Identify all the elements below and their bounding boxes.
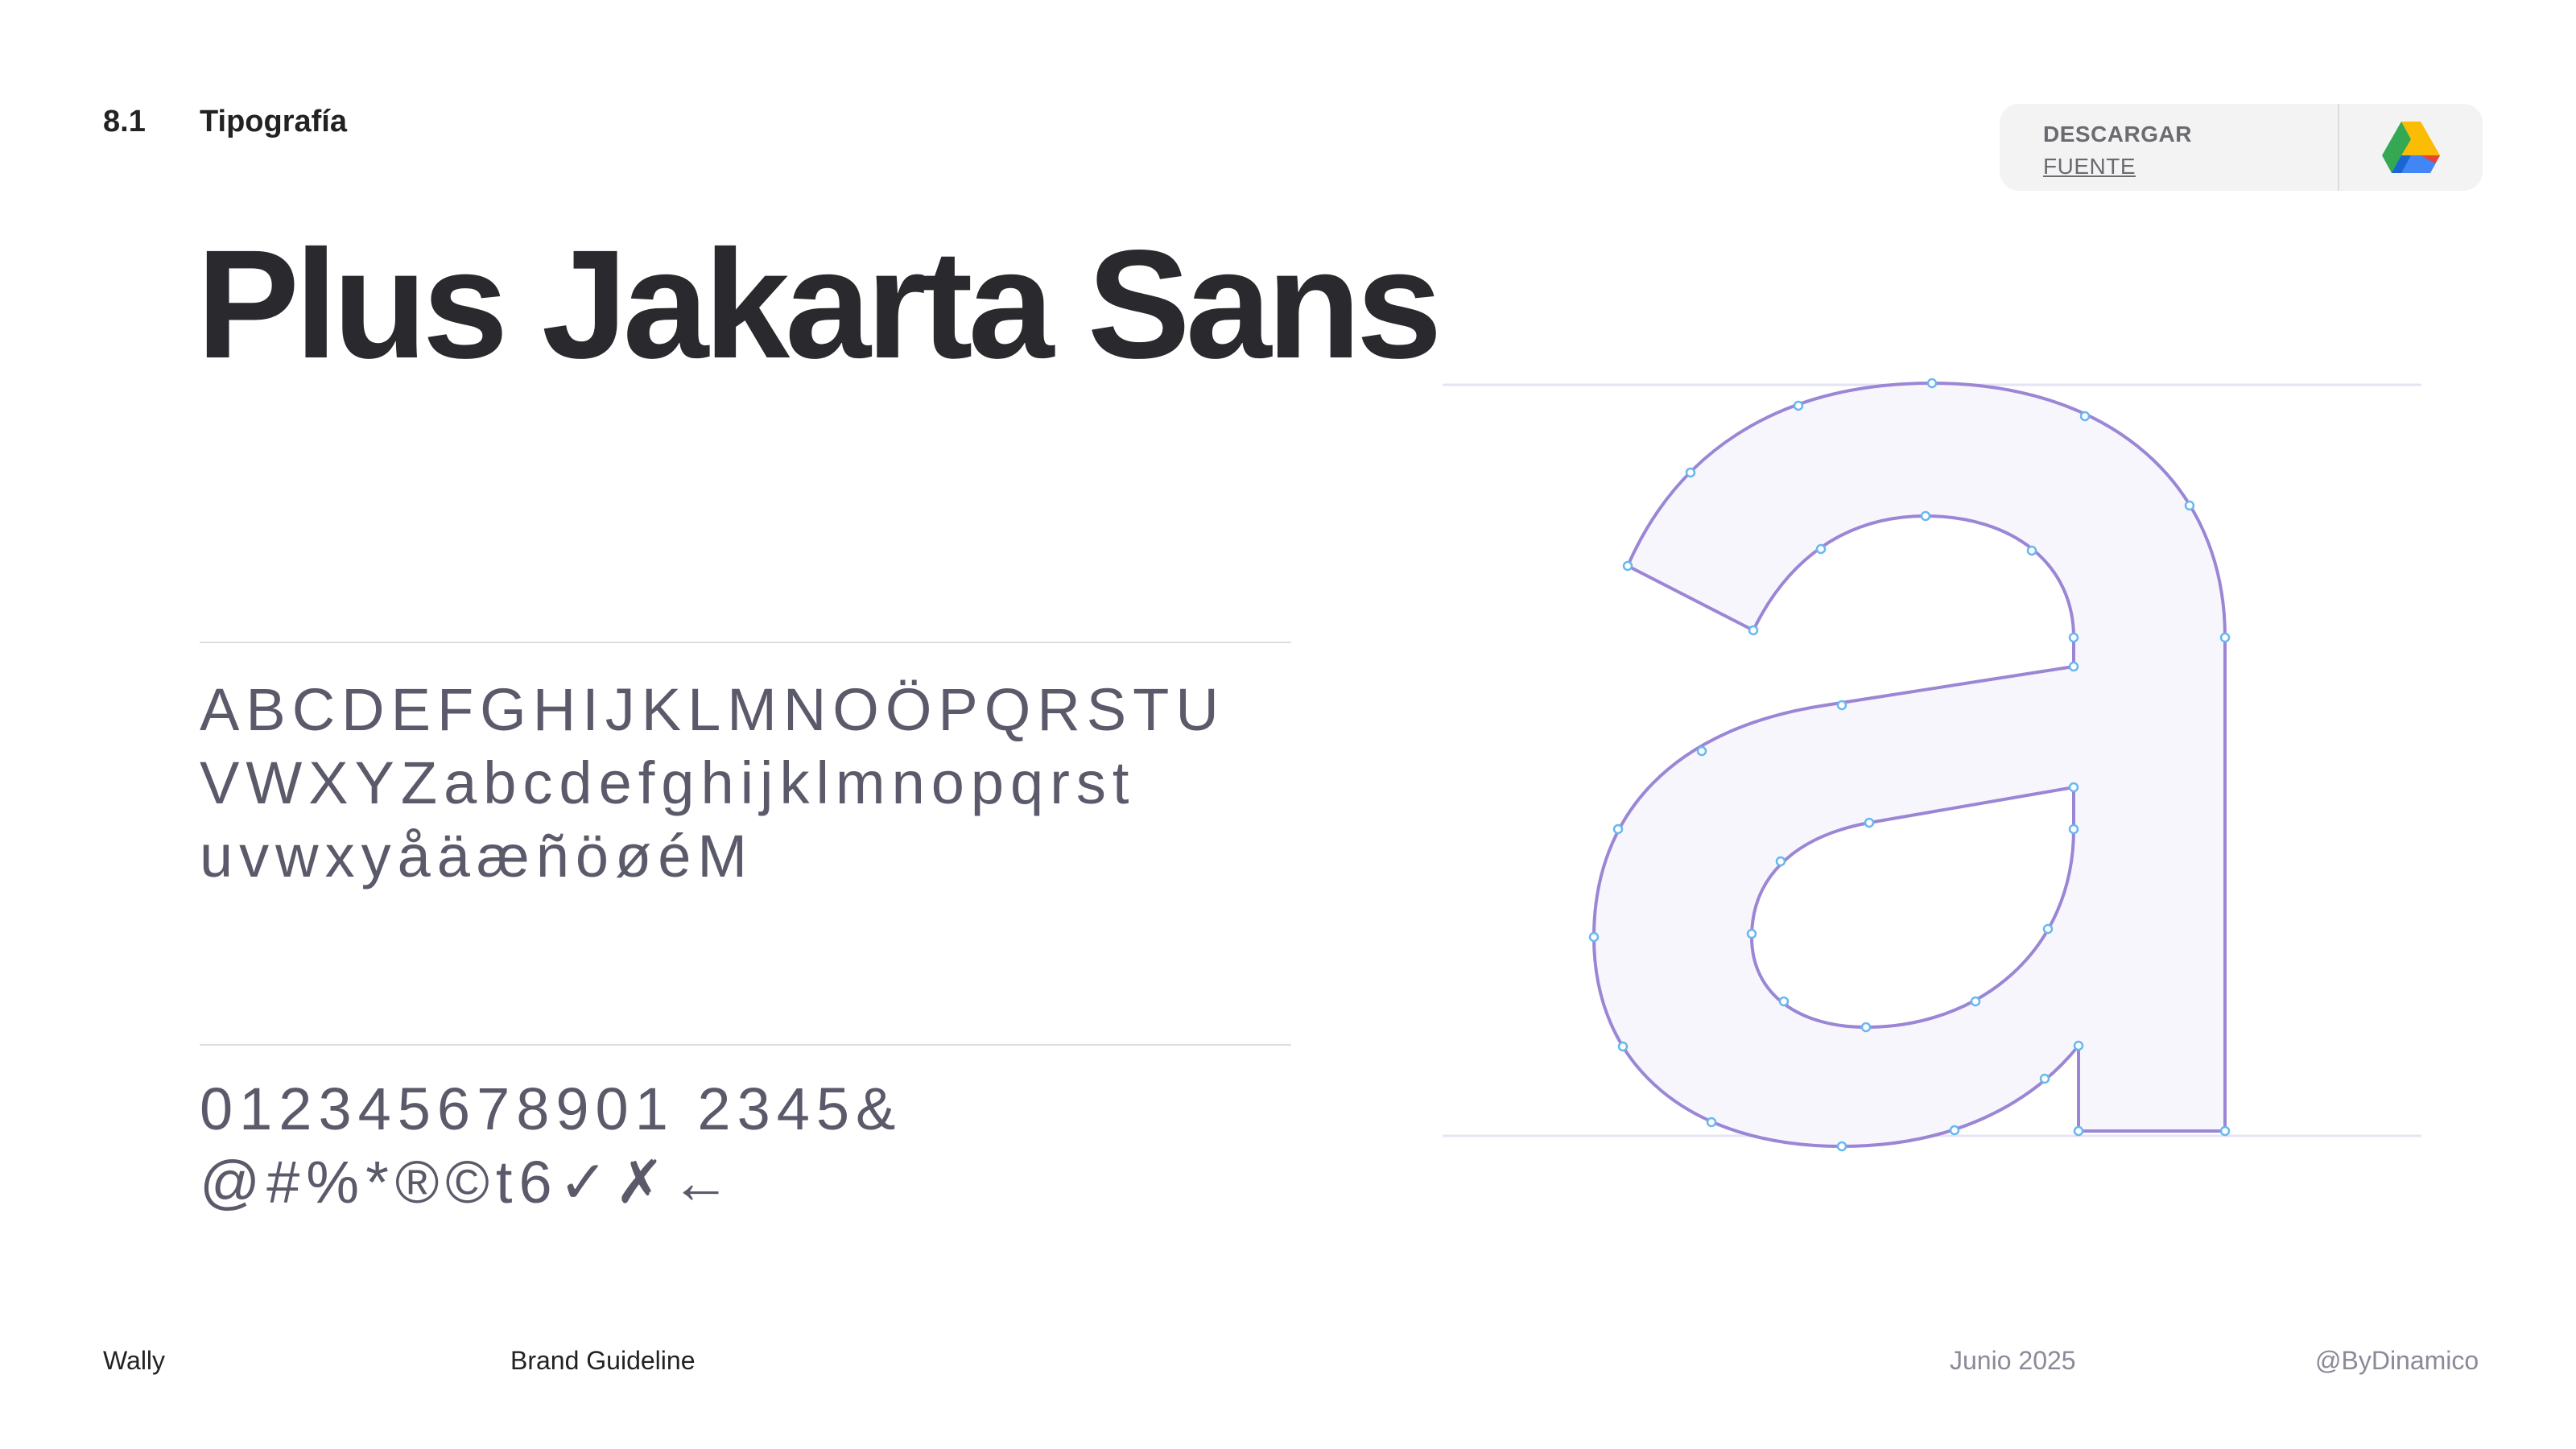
alphabet-line-2: VWXYZabcdefghijklmnopqrst — [200, 749, 1136, 816]
alphabet-line-3: uvwxyåäæñöøéM — [200, 823, 754, 890]
numerals-line-1: 012345678901 2345& — [200, 1075, 902, 1142]
download-label: DESCARGAR FUENTE — [2000, 104, 2338, 191]
footer-handle: @ByDinamico — [2315, 1346, 2479, 1375]
divider-numerals — [200, 1044, 1291, 1046]
divider-alphabet — [200, 642, 1291, 643]
download-font-button[interactable]: DESCARGAR FUENTE — [2000, 104, 2483, 191]
download-label-line1: DESCARGAR — [2043, 122, 2192, 147]
letter-a-construction — [1443, 378, 2421, 1152]
footer-document: Brand Guideline — [510, 1346, 696, 1375]
download-link[interactable]: FUENTE — [2043, 151, 2338, 183]
section-title: Tipografía — [200, 105, 347, 138]
glyph-a-outline — [1592, 382, 2227, 1148]
numerals-specimen: 012345678901 2345& @#%*®©t6✓✗← — [200, 1072, 1327, 1219]
google-drive-icon[interactable] — [2339, 104, 2483, 191]
alphabet-specimen: ABCDEFGHIJKLMNOÖPQRSTU VWXYZabcdefghijkl… — [200, 673, 1327, 893]
footer-date: Junio 2025 — [1950, 1346, 2076, 1375]
font-name-heading: Plus Jakarta Sans — [196, 217, 1443, 390]
footer-brand: Wally — [103, 1346, 166, 1375]
section-number: 8.1 — [103, 105, 146, 138]
numerals-line-2: @#%*®©t6✓✗← — [200, 1149, 737, 1216]
alphabet-line-1: ABCDEFGHIJKLMNOÖPQRSTU — [200, 676, 1225, 743]
